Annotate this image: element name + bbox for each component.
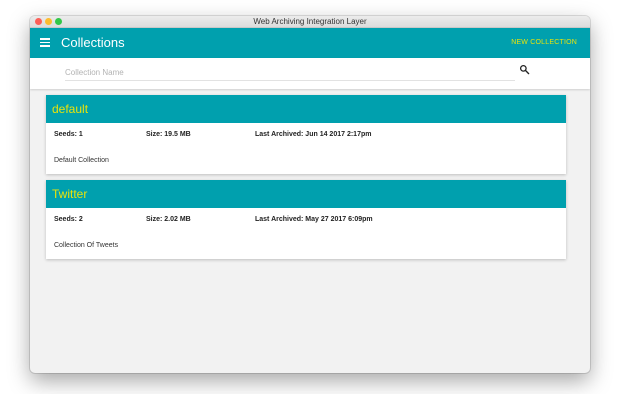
collection-card-header[interactable]: Twitter (46, 180, 566, 208)
window-titlebar: Web Archiving Integration Layer (30, 16, 590, 28)
collection-last-archived: Last Archived: Jun 14 2017 2:17pm (255, 131, 372, 138)
collection-size: Size: 2.02 MB (146, 216, 191, 223)
collection-name[interactable]: Twitter (52, 180, 87, 208)
collection-card-header[interactable]: default (46, 95, 566, 123)
search-icon[interactable] (519, 64, 530, 75)
collection-seeds: Seeds: 2 (54, 216, 83, 223)
collection-card-default[interactable]: default Seeds: 1 Size: 19.5 MB Last Arch… (46, 95, 566, 174)
page-title: Collections (61, 35, 125, 50)
collection-last-archived: Last Archived: May 27 2017 6:09pm (255, 216, 373, 223)
collection-description: Default Collection (54, 157, 109, 164)
collection-size: Size: 19.5 MB (146, 131, 191, 138)
collection-card-twitter[interactable]: Twitter Seeds: 2 Size: 2.02 MB Last Arch… (46, 180, 566, 259)
new-collection-button[interactable]: NEW COLLECTION (511, 28, 577, 58)
hamburger-menu-icon[interactable] (40, 38, 50, 47)
app-bar: Collections NEW COLLECTION (30, 28, 590, 58)
window-title: Web Archiving Integration Layer (253, 17, 367, 26)
collection-name-search-input[interactable] (65, 64, 515, 81)
app-window: Web Archiving Integration Layer Collecti… (30, 16, 590, 373)
collection-name[interactable]: default (52, 95, 88, 123)
search-bar (30, 58, 590, 89)
collection-seeds: Seeds: 1 (54, 131, 83, 138)
collection-description: Collection Of Tweets (54, 242, 119, 249)
